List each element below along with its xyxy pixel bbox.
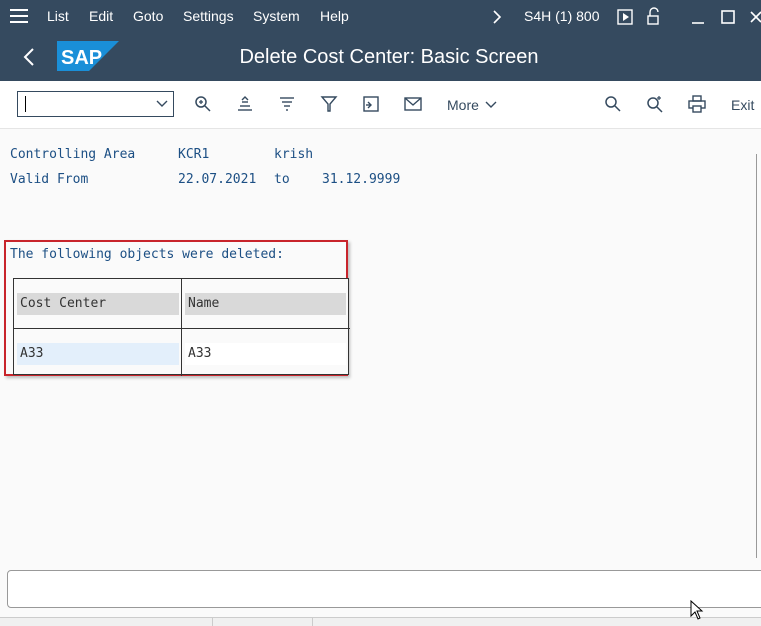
menu-settings[interactable]: Settings [183, 8, 234, 24]
table-divider [14, 328, 350, 329]
more-button[interactable]: More [447, 97, 497, 113]
exit-button[interactable]: Exit [731, 97, 754, 113]
menu-edit[interactable]: Edit [89, 8, 113, 24]
minimize-icon[interactable] [690, 10, 706, 26]
print-icon[interactable] [688, 95, 706, 113]
menu-list[interactable]: List [47, 8, 69, 24]
menu-help[interactable]: Help [320, 8, 349, 24]
export-icon[interactable] [362, 95, 380, 113]
column-header-name: Name [185, 293, 346, 315]
chevron-right-icon[interactable] [492, 10, 502, 24]
status-bar [7, 570, 761, 608]
filter-icon[interactable] [320, 95, 338, 113]
controlling-area-desc: krish [274, 147, 314, 162]
menu-icon[interactable] [10, 9, 28, 23]
chevron-down-icon [485, 101, 497, 108]
mouse-cursor-icon [690, 600, 704, 620]
zoom-in-icon[interactable] [194, 95, 212, 113]
application-toolbar: More Exit [0, 81, 761, 129]
deleted-objects-table: Cost Center Name A33 A33 [13, 278, 350, 376]
deleted-heading: The following objects were deleted: [10, 247, 284, 262]
valid-from-value: 22.07.2021 [178, 172, 257, 187]
menu-bar: List Edit Goto Settings System Help S4H … [0, 0, 761, 33]
sort-descending-icon[interactable] [278, 95, 296, 113]
controlling-area-label: Controlling Area [10, 147, 136, 162]
chevron-down-icon[interactable] [156, 99, 168, 109]
search-icon[interactable] [604, 95, 622, 113]
menu-system[interactable]: System [253, 8, 300, 24]
system-info: S4H (1) 800 [524, 8, 600, 24]
unlock-icon[interactable] [646, 7, 664, 25]
scrollbar[interactable] [756, 154, 757, 558]
command-field[interactable] [17, 91, 174, 117]
page-title: Delete Cost Center: Basic Screen [239, 46, 539, 68]
column-header-cost-center: Cost Center [17, 293, 179, 315]
title-bar: SAP Delete Cost Center: Basic Screen [0, 33, 761, 81]
controlling-area-value: KCR1 [178, 147, 210, 162]
menu-goto[interactable]: Goto [133, 8, 163, 24]
valid-from-label: Valid From [10, 172, 89, 187]
cell-cost-center[interactable]: A33 [17, 343, 179, 365]
close-icon[interactable] [750, 10, 761, 24]
search-next-icon[interactable] [646, 95, 664, 113]
play-icon[interactable] [617, 9, 633, 25]
valid-to-value: 31.12.9999 [322, 172, 401, 187]
text-caret [25, 96, 26, 112]
maximize-icon[interactable] [720, 9, 736, 25]
list-output: Controlling Area KCR1 krish Valid From 2… [0, 129, 761, 569]
cell-name[interactable]: A33 [185, 343, 346, 365]
sort-ascending-icon[interactable] [236, 95, 254, 113]
more-label: More [447, 97, 479, 113]
to-label: to [274, 172, 290, 187]
email-icon[interactable] [404, 95, 422, 113]
